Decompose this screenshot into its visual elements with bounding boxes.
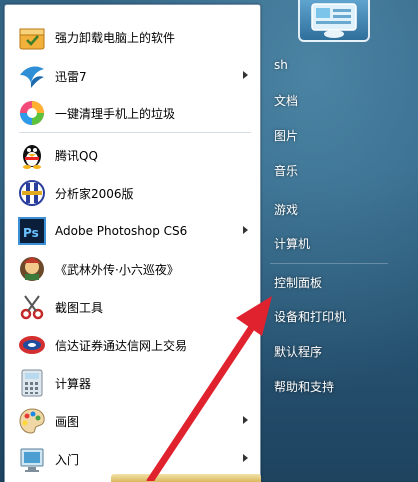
program-item-xunlei[interactable]: 迅雷7 (9, 58, 256, 94)
game-icon (15, 252, 49, 286)
program-item-uninstaller[interactable]: 强力卸载电脑上的软件 (9, 19, 256, 55)
analyst-icon (15, 176, 49, 210)
right-item-label: 游戏 (274, 202, 299, 217)
program-label: 入门 (55, 452, 80, 467)
program-item-paint[interactable]: 画图 (9, 403, 256, 439)
program-label: 画图 (55, 414, 80, 429)
program-item-game[interactable]: 《武林外传·小六巡夜》 (9, 251, 256, 287)
svg-text:Ps: Ps (23, 226, 39, 240)
right-item-label: 帮助和支持 (274, 379, 335, 394)
program-label: 信达证券通达信网上交易 (55, 338, 188, 353)
qq-penguin-icon (15, 138, 49, 172)
right-divider (270, 263, 388, 264)
monitor-icon (311, 3, 357, 38)
program-label: Adobe Photoshop CS6 (55, 224, 188, 238)
divider (19, 132, 251, 133)
program-item-analyst[interactable]: 分析家2006版 (9, 175, 256, 211)
program-item-photoshop[interactable]: Ps Adobe Photoshop CS6 (9, 213, 256, 249)
right-item-label: 音乐 (274, 163, 299, 178)
right-item-label: 文档 (274, 93, 299, 108)
right-item-label: sh (274, 58, 288, 72)
program-label: 迅雷7 (55, 69, 87, 84)
right-item-label: 设备和打印机 (274, 309, 347, 324)
submenu-arrow-icon (243, 454, 248, 462)
right-item-devices-printers[interactable]: 设备和打印机 (262, 303, 414, 329)
program-item-qq[interactable]: 腾讯QQ (9, 137, 256, 173)
right-item-label: 图片 (274, 128, 299, 143)
program-label: 截图工具 (55, 300, 104, 315)
right-item-user[interactable]: sh (262, 52, 414, 78)
right-item-help-support[interactable]: 帮助和支持 (262, 373, 414, 399)
program-list: 强力卸载电脑上的软件 迅雷7 一键清理手机上的垃圾 腾讯QQ 分析家2006版 … (4, 4, 261, 482)
program-label: 《武林外传·小六巡夜》 (55, 262, 179, 277)
right-item-music[interactable]: 音乐 (262, 157, 414, 183)
right-item-default-programs[interactable]: 默认程序 (262, 338, 414, 364)
right-item-label: 默认程序 (274, 344, 323, 359)
submenu-arrow-icon (243, 226, 248, 234)
program-item-getting-started[interactable]: 入门 (9, 441, 256, 477)
program-label: 一键清理手机上的垃圾 (55, 106, 176, 121)
paint-icon (15, 404, 49, 438)
right-item-documents[interactable]: 文档 (262, 87, 414, 113)
program-label: 腾讯QQ (55, 148, 98, 163)
getting-started-icon (15, 442, 49, 476)
program-label: 强力卸载电脑上的软件 (55, 30, 176, 45)
program-item-calculator[interactable]: 计算器 (9, 365, 256, 401)
right-item-control-panel[interactable]: 控制面板 (262, 269, 414, 295)
stock-trading-icon (15, 328, 49, 362)
right-item-label: 控制面板 (274, 275, 323, 290)
phone-cleaner-icon (15, 96, 49, 130)
program-item-phone-cleaner[interactable]: 一键清理手机上的垃圾 (9, 95, 256, 131)
photoshop-icon: Ps (15, 214, 49, 248)
submenu-arrow-icon (243, 71, 248, 79)
right-item-computer[interactable]: 计算机 (262, 230, 414, 256)
user-picture[interactable] (298, 0, 370, 42)
program-item-stock-trading[interactable]: 信达证券通达信网上交易 (9, 327, 256, 363)
program-label: 计算器 (55, 376, 92, 391)
right-item-pictures[interactable]: 图片 (262, 122, 414, 148)
xunlei-bird-icon (15, 59, 49, 93)
uninstall-box-icon (15, 20, 49, 54)
calculator-icon (15, 366, 49, 400)
right-item-label: 计算机 (274, 236, 311, 251)
snipping-tool-icon (15, 290, 49, 324)
program-label: 分析家2006版 (55, 186, 134, 201)
program-item-snipping-tool[interactable]: 截图工具 (9, 289, 256, 325)
submenu-arrow-icon (243, 416, 248, 424)
right-item-games[interactable]: 游戏 (262, 196, 414, 222)
